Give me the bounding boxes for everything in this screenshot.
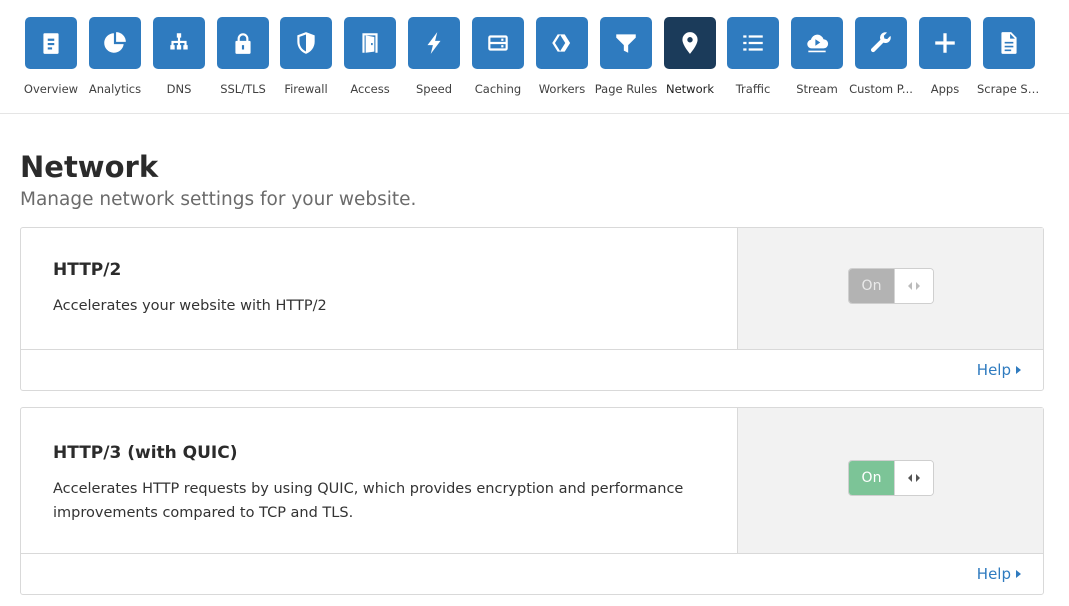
setting-card-footer: Help: [21, 554, 1043, 594]
nav-item-ssl-tls[interactable]: SSL/TLS: [211, 17, 275, 96]
nav-label: Page Rules: [594, 82, 658, 96]
setting-title: HTTP/3 (with QUIC): [53, 443, 238, 463]
nav-label: Traffic: [735, 82, 771, 96]
nav-label: Analytics: [88, 82, 142, 96]
nav-item-speed[interactable]: Speed: [402, 17, 466, 96]
page-title: Network: [20, 150, 159, 184]
help-link-label: Help: [976, 361, 1011, 379]
nav-label: Caching: [474, 82, 522, 96]
toggle-handle: [894, 461, 933, 495]
http3-toggle[interactable]: On: [848, 460, 934, 496]
wrench-icon: [855, 17, 907, 69]
setting-description: Accelerates your website with HTTP/2: [53, 298, 327, 314]
help-link[interactable]: Help: [977, 565, 1021, 583]
setting-card-footer: Help: [21, 350, 1043, 390]
document-icon: [983, 17, 1035, 69]
nav-item-dns[interactable]: DNS: [147, 17, 211, 96]
nav-label: Workers: [538, 82, 586, 96]
clipboard-icon: [25, 17, 77, 69]
setting-control-panel: On: [737, 408, 1043, 553]
plus-icon: [919, 17, 971, 69]
setting-card-body: HTTP/3 (with QUIC) Accelerates HTTP requ…: [21, 408, 1043, 554]
nav-item-analytics[interactable]: Analytics: [83, 17, 147, 96]
location-pin-icon: [664, 17, 716, 69]
nav-label: Access: [350, 82, 390, 96]
workers-icon: [536, 17, 588, 69]
page-subtitle: Manage network settings for your website…: [20, 189, 417, 210]
toggle-state-label: On: [849, 269, 894, 303]
nav-label: Stream: [796, 82, 838, 96]
nav-label: Speed: [415, 82, 453, 96]
nav-label: DNS: [166, 82, 192, 96]
nav-label: Network: [665, 82, 715, 96]
setting-card-body: HTTP/2 Accelerates your website with HTT…: [21, 228, 1043, 350]
list-icon: [727, 17, 779, 69]
top-navigation: Overview Analytics DNS SSL/TLS Firewall …: [0, 0, 1069, 114]
drag-arrows-icon: [908, 282, 920, 290]
nav-label: Apps: [930, 82, 960, 96]
toggle-handle: [894, 269, 933, 303]
setting-info: HTTP/2 Accelerates your website with HTT…: [21, 228, 737, 349]
shield-icon: [280, 17, 332, 69]
nav-label: Overview: [23, 82, 79, 96]
help-link[interactable]: Help: [977, 361, 1021, 379]
drag-arrows-icon: [908, 474, 920, 482]
server-icon: [472, 17, 524, 69]
nav-item-scrape-shield[interactable]: Scrape Shi...: [977, 17, 1041, 96]
nav-item-firewall[interactable]: Firewall: [274, 17, 338, 96]
pie-chart-icon: [89, 17, 141, 69]
sitemap-icon: [153, 17, 205, 69]
toggle-state-label: On: [849, 461, 894, 495]
cloud-play-icon: [791, 17, 843, 69]
filter-icon: [600, 17, 652, 69]
setting-title: HTTP/2: [53, 260, 122, 280]
nav-item-page-rules[interactable]: Page Rules: [594, 17, 658, 96]
caret-right-icon: [1016, 366, 1021, 374]
lock-icon: [217, 17, 269, 69]
nav-item-network[interactable]: Network: [658, 17, 722, 96]
nav-item-stream[interactable]: Stream: [785, 17, 849, 96]
nav-label: Custom P...: [849, 82, 913, 96]
lightning-icon: [408, 17, 460, 69]
nav-item-access[interactable]: Access: [338, 17, 402, 96]
http2-toggle[interactable]: On: [848, 268, 934, 304]
nav-item-custom-pages[interactable]: Custom P...: [849, 17, 913, 96]
setting-info: HTTP/3 (with QUIC) Accelerates HTTP requ…: [21, 408, 737, 553]
nav-item-apps[interactable]: Apps: [913, 17, 977, 96]
help-link-label: Help: [976, 565, 1011, 583]
nav-label: SSL/TLS: [220, 82, 266, 96]
caret-right-icon: [1016, 570, 1021, 578]
nav-label: Firewall: [284, 82, 328, 96]
nav-item-overview[interactable]: Overview: [19, 17, 83, 96]
setting-description: Accelerates HTTP requests by using QUIC,…: [53, 481, 684, 521]
nav-item-traffic[interactable]: Traffic: [721, 17, 785, 96]
nav-item-caching[interactable]: Caching: [466, 17, 530, 96]
nav-label: Scrape Shi...: [977, 82, 1041, 96]
setting-card-http3: HTTP/3 (with QUIC) Accelerates HTTP requ…: [20, 407, 1044, 595]
setting-card-http2: HTTP/2 Accelerates your website with HTT…: [20, 227, 1044, 391]
door-icon: [344, 17, 396, 69]
nav-item-workers[interactable]: Workers: [530, 17, 594, 96]
setting-control-panel: On: [737, 228, 1043, 349]
